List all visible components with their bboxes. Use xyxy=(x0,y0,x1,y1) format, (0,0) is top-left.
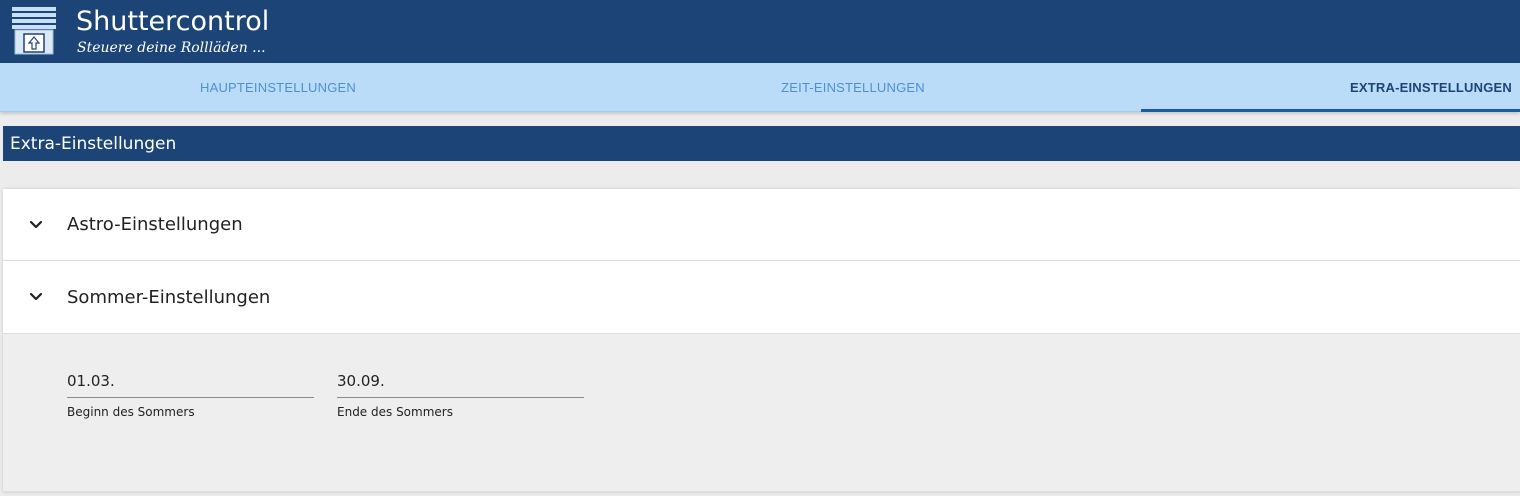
accordion-panel-sommer: Beginn des Sommers Ende des Sommers xyxy=(3,334,1520,492)
tab-bar: HAUPTEINSTELLUNGEN ZEIT-EINSTELLUNGEN EX… xyxy=(0,63,1520,112)
shutter-icon xyxy=(12,7,56,55)
active-tab-indicator xyxy=(1141,109,1520,112)
summer-start-input[interactable] xyxy=(67,364,314,398)
tab-haupteinstellungen[interactable]: HAUPTEINSTELLUNGEN xyxy=(0,63,556,112)
app-title: Shuttercontrol xyxy=(76,6,270,37)
section-title: Extra-Einstellungen xyxy=(3,126,1520,161)
accordion-label-sommer: Sommer-Einstellungen xyxy=(67,286,271,308)
tab-zeit-einstellungen[interactable]: ZEIT-EINSTELLUNGEN xyxy=(566,63,1140,112)
summer-end-label: Ende des Sommers xyxy=(337,405,453,419)
settings-accordion: Astro-Einstellungen Sommer-Einstellungen… xyxy=(3,189,1520,492)
chevron-down-icon xyxy=(29,220,43,228)
app-subtitle: Steuere deine Rollläden ... xyxy=(77,40,266,56)
summer-start-label: Beginn des Sommers xyxy=(67,405,195,419)
accordion-item-astro[interactable]: Astro-Einstellungen xyxy=(3,189,1520,261)
summer-end-input[interactable] xyxy=(337,364,584,398)
chevron-down-icon xyxy=(29,292,43,301)
accordion-label-astro: Astro-Einstellungen xyxy=(67,214,243,235)
accordion-item-sommer[interactable]: Sommer-Einstellungen xyxy=(3,261,1520,334)
tab-extra-einstellungen[interactable]: EXTRA-EINSTELLUNGEN xyxy=(1141,63,1520,112)
app-header: Shuttercontrol Steuere deine Rollläden .… xyxy=(0,0,1520,63)
